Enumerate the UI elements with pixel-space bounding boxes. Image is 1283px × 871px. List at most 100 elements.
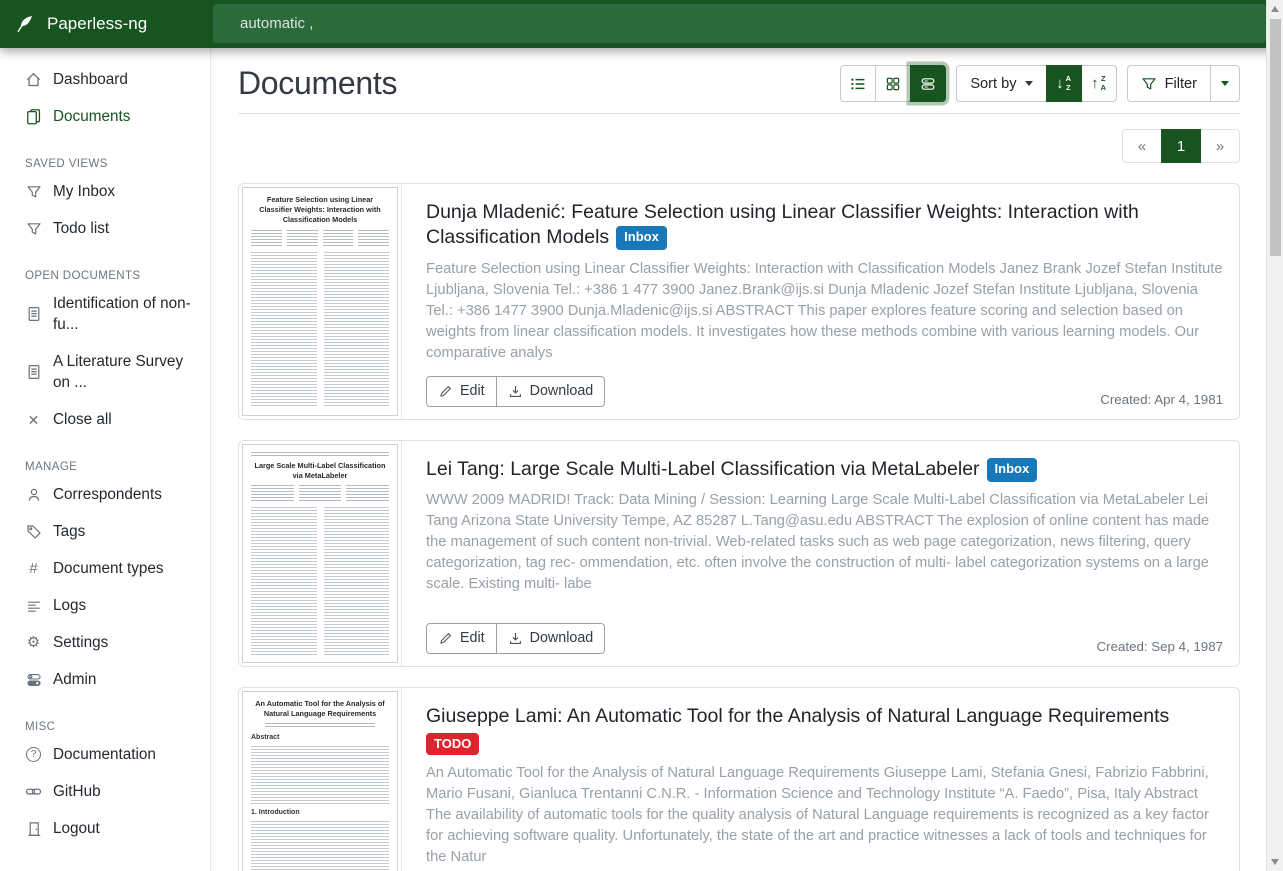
view-grid-button[interactable] — [875, 65, 911, 102]
sidebar-item-label: Documents — [53, 106, 130, 127]
sidebar-item-label: Close all — [53, 409, 112, 430]
tag-badge-inbox[interactable]: Inbox — [987, 458, 1038, 482]
thumbnail-body — [251, 821, 389, 871]
document-title-text: Dunja Mladenić: Feature Selection using … — [426, 201, 1139, 248]
sort-by-label: Sort by — [970, 76, 1016, 92]
tag-badge-todo[interactable]: TODO — [426, 733, 479, 755]
search-input[interactable] — [213, 4, 1266, 43]
sidebar-item-label: Tags — [53, 521, 85, 542]
tag-icon — [25, 523, 42, 540]
pagination-next-button[interactable]: » — [1200, 129, 1240, 163]
details-view-icon — [920, 76, 936, 92]
sidebar-section-manage: MANAGE — [0, 461, 210, 473]
document-title-link[interactable]: Dunja Mladenić: Feature Selection using … — [426, 200, 1223, 251]
sidebar-item-label: Dashboard — [53, 69, 128, 90]
door-icon — [25, 820, 42, 837]
document-thumbnail[interactable]: Feature Selection using Linear Classifie… — [239, 184, 402, 419]
thumbnail-header-line — [251, 452, 389, 456]
app-title: Paperless-ng — [47, 14, 147, 34]
sidebar-item-close-all[interactable]: ✕ Close all — [0, 401, 210, 438]
thumbnail-title: An Automatic Tool for the Analysis of Na… — [251, 699, 389, 719]
edit-label: Edit — [460, 630, 485, 646]
funnel-icon — [25, 220, 42, 237]
view-list-button[interactable] — [840, 65, 876, 102]
card-actions: Edit Download — [426, 376, 605, 407]
edit-button[interactable]: Edit — [426, 623, 497, 654]
sidebar-item-label: Identification of non-fu... — [53, 293, 202, 335]
close-icon: ✕ — [25, 411, 42, 428]
view-details-button[interactable] — [910, 65, 946, 102]
document-excerpt: Feature Selection using Linear Classifie… — [426, 259, 1223, 364]
document-thumbnail[interactable]: An Automatic Tool for the Analysis of Na… — [239, 688, 402, 871]
sidebar-item-dashboard[interactable]: Dashboard — [0, 61, 210, 98]
filter-button[interactable]: Filter — [1127, 65, 1211, 102]
thumbnail-page: An Automatic Tool for the Analysis of Na… — [242, 691, 398, 871]
sidebar-item-documentation[interactable]: ? Documentation — [0, 736, 210, 773]
grid-view-icon — [885, 76, 901, 92]
card-actions: Edit Download — [426, 623, 605, 654]
scrollbar[interactable] — [1266, 0, 1283, 871]
sidebar-item-settings[interactable]: ⚙ Settings — [0, 624, 210, 661]
thumbnail-section-heading: Abstract — [251, 734, 389, 741]
document-title-text: Giuseppe Lami: An Automatic Tool for the… — [426, 705, 1169, 727]
document-title-link[interactable]: Lei Tang: Large Scale Multi-Label Classi… — [426, 457, 1223, 482]
sidebar-item-logs[interactable]: Logs — [0, 587, 210, 624]
document-card: Feature Selection using Linear Classifie… — [238, 183, 1240, 420]
hash-icon: # — [25, 560, 42, 577]
sort-alpha-up-icon: ↑ZA — [1091, 75, 1106, 92]
tag-badge-inbox[interactable]: Inbox — [616, 226, 667, 250]
sidebar-item-documents[interactable]: Documents — [0, 98, 210, 135]
toolbar: Sort by ↓AZ ↑ZA — [840, 65, 1240, 102]
sidebar-item-label: Todo list — [53, 218, 109, 239]
sidebar-item-label: GitHub — [53, 781, 101, 802]
pencil-icon — [438, 384, 453, 399]
sort-alpha-down-icon: ↓AZ — [1056, 75, 1071, 92]
app-brand[interactable]: Paperless-ng — [0, 0, 213, 48]
sidebar-section-misc: MISC — [0, 721, 210, 733]
thumbnail-body — [251, 746, 389, 804]
pagination-page-1-button[interactable]: 1 — [1161, 129, 1201, 163]
chevron-down-icon — [1025, 81, 1033, 86]
download-icon — [508, 384, 523, 399]
download-button[interactable]: Download — [496, 623, 606, 654]
leaf-logo-icon — [15, 14, 35, 34]
scroll-up-arrow-icon[interactable] — [1271, 6, 1279, 12]
sidebar-section-open-documents: OPEN DOCUMENTS — [0, 270, 210, 282]
pencil-icon — [438, 631, 453, 646]
document-thumbnail[interactable]: Large Scale Multi-Label Classification v… — [239, 441, 402, 666]
sidebar-item-open-document-1[interactable]: Identification of non-fu... — [0, 285, 210, 343]
file-text-icon — [25, 364, 42, 381]
sidebar-item-todo-list[interactable]: Todo list — [0, 210, 210, 247]
edit-label: Edit — [460, 383, 485, 399]
sort-by-button[interactable]: Sort by — [956, 65, 1046, 102]
page-title: Documents — [238, 65, 397, 102]
sidebar-item-my-inbox[interactable]: My Inbox — [0, 173, 210, 210]
sidebar-item-label: Correspondents — [53, 484, 162, 505]
sidebar-item-label: Settings — [53, 632, 108, 653]
sidebar-item-correspondents[interactable]: Correspondents — [0, 476, 210, 513]
thumbnail-title: Large Scale Multi-Label Classification v… — [251, 461, 389, 481]
sort-descending-button[interactable]: ↓AZ — [1046, 65, 1082, 102]
thumbnail-authors — [265, 723, 375, 729]
view-toggle-group — [840, 65, 946, 102]
sort-ascending-button[interactable]: ↑ZA — [1081, 65, 1117, 102]
question-circle-icon: ? — [25, 746, 42, 763]
document-title-link[interactable]: Giuseppe Lami: An Automatic Tool for the… — [426, 704, 1223, 729]
scroll-down-arrow-icon[interactable] — [1271, 859, 1279, 865]
sidebar-item-github[interactable]: GitHub — [0, 773, 210, 810]
main-content: Documents — [211, 48, 1266, 871]
download-button[interactable]: Download — [496, 376, 606, 407]
filter-dropdown-button[interactable] — [1210, 65, 1240, 102]
gear-icon: ⚙ — [25, 634, 42, 651]
sidebar-item-logout[interactable]: Logout — [0, 810, 210, 847]
document-excerpt: WWW 2009 MADRID! Track: Data Mining / Se… — [426, 490, 1223, 595]
download-label: Download — [530, 383, 594, 399]
documents-icon — [25, 108, 42, 125]
scrollbar-thumb[interactable] — [1270, 19, 1281, 256]
sidebar-item-document-types[interactable]: # Document types — [0, 550, 210, 587]
sidebar-item-open-document-2[interactable]: A Literature Survey on ... — [0, 343, 210, 401]
sidebar-item-admin[interactable]: Admin — [0, 661, 210, 698]
pagination-previous-button[interactable]: « — [1122, 129, 1162, 163]
edit-button[interactable]: Edit — [426, 376, 497, 407]
sidebar-item-tags[interactable]: Tags — [0, 513, 210, 550]
